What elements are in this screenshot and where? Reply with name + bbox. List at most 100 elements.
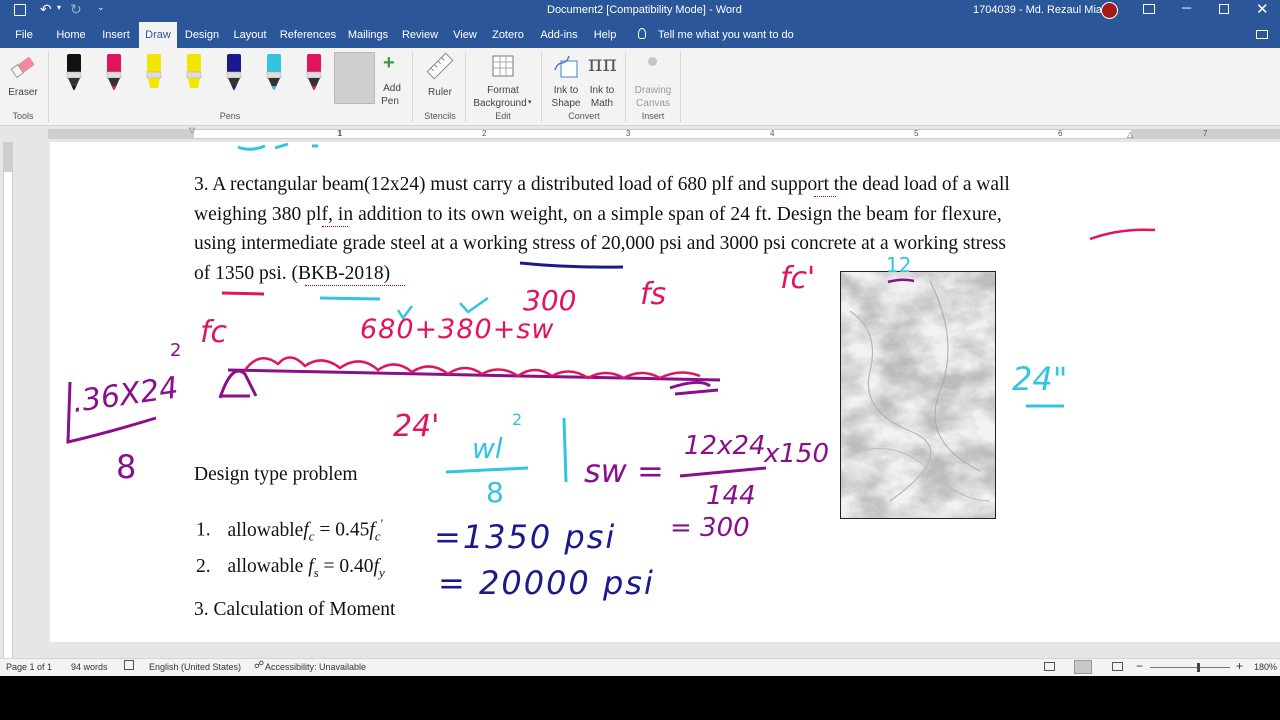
ink-fs: fs <box>640 277 666 312</box>
document-title: Document2 [Compatibility Mode] - Word <box>547 4 742 16</box>
ink-to-math-label-1: Ink to <box>589 85 615 96</box>
separator <box>541 52 542 122</box>
ink-stroke <box>887 278 915 284</box>
ribbon-display-icon[interactable] <box>1143 4 1155 14</box>
zoom-slider-track[interactable] <box>1150 667 1230 668</box>
accessibility-icon: ☍ <box>254 660 265 671</box>
ink-sw-num: 12x24 <box>684 431 766 461</box>
group-pens-label: Pens <box>219 111 241 121</box>
add-pen-label-2: Pen <box>381 96 399 107</box>
restore-button[interactable] <box>1219 4 1229 14</box>
tab-help[interactable]: Help <box>590 22 620 48</box>
tab-design[interactable]: Design <box>182 22 222 48</box>
tab-layout[interactable]: Layout <box>231 22 269 48</box>
tab-mailings[interactable]: Mailings <box>343 22 393 48</box>
user-name[interactable]: 1704039 - Md. Rezaul Miah <box>973 4 1108 16</box>
plus-icon: + <box>383 52 395 74</box>
ink-support-right <box>669 381 719 396</box>
customize-qat-icon[interactable]: ⌄ <box>97 2 105 13</box>
group-tools-label: Tools <box>12 111 34 121</box>
undo-dropdown-icon[interactable]: ▾ <box>57 3 61 12</box>
indent-marker[interactable]: ▽ <box>189 126 195 135</box>
pen-3[interactable] <box>142 52 166 92</box>
ink-twelve: 12 <box>886 253 911 277</box>
ink-depth-24: 24" <box>1012 360 1067 398</box>
drawing-canvas-button[interactable]: Drawing Canvas <box>630 52 676 109</box>
ruler-button[interactable]: Ruler <box>420 52 460 104</box>
page-count[interactable]: Page 1 of 1 <box>6 662 52 672</box>
ink-stroke <box>319 296 381 301</box>
zoom-out-button[interactable]: − <box>1136 659 1143 673</box>
group-insert-label: Insert <box>641 111 665 121</box>
redo-icon[interactable]: ↻ <box>70 1 82 18</box>
ruler-icon <box>426 52 454 80</box>
tab-references[interactable]: References <box>278 22 338 48</box>
ink-to-shape-label-2: Shape <box>551 98 581 109</box>
ruler-track <box>48 129 1280 139</box>
vertical-ruler-margin <box>3 142 13 172</box>
eraser-button[interactable]: Eraser <box>4 52 42 100</box>
ink-fraction-bar <box>679 466 767 478</box>
ruler-number: 7 <box>1203 129 1208 138</box>
avatar[interactable] <box>1101 2 1118 19</box>
vertical-ruler[interactable] <box>0 142 16 658</box>
ruler-number: 2 <box>482 129 487 138</box>
minimize-button[interactable]: ─ <box>1182 0 1191 15</box>
chevron-down-icon: ▾ <box>528 99 532 106</box>
ink-moment-den: 8 <box>116 448 136 486</box>
ink-fc-prime: fc' <box>780 261 815 296</box>
zoom-slider-thumb[interactable] <box>1197 663 1200 672</box>
ink-support-left <box>218 369 258 399</box>
tab-draw[interactable]: Draw <box>139 22 177 48</box>
tab-zotero[interactable]: Zotero <box>486 22 530 48</box>
pen-6[interactable] <box>262 52 286 92</box>
format-background-button[interactable]: Format Background ▾ <box>470 52 536 109</box>
language[interactable]: English (United States) <box>149 662 241 672</box>
ruler-margin-left <box>48 129 194 139</box>
status-bar: Page 1 of 1 94 words English (United Sta… <box>0 658 1280 676</box>
tab-home[interactable]: Home <box>53 22 89 48</box>
tab-addins[interactable]: Add-ins <box>537 22 581 48</box>
pen-4[interactable] <box>182 52 206 92</box>
pen-1[interactable] <box>62 52 86 92</box>
tab-file[interactable]: File <box>9 22 39 48</box>
zoom-in-button[interactable]: + <box>1236 659 1243 673</box>
tab-insert[interactable]: Insert <box>98 22 134 48</box>
tab-view[interactable]: View <box>450 22 480 48</box>
ink-stroke <box>221 291 265 296</box>
ink-beam <box>227 368 721 382</box>
web-layout-icon[interactable] <box>1112 662 1123 671</box>
tell-me-search[interactable]: Tell me what you want to do <box>658 29 794 41</box>
pen-2[interactable] <box>102 52 126 92</box>
ink-to-math-button[interactable]: ππ Ink to Math <box>585 52 619 109</box>
drawing-canvas-icon <box>648 57 657 66</box>
save-icon[interactable] <box>14 4 26 16</box>
tab-review[interactable]: Review <box>399 22 441 48</box>
pen-5[interactable] <box>222 52 246 92</box>
format-background-label-2: Background <box>473 98 527 109</box>
separator <box>465 52 466 122</box>
indent-marker[interactable]: △ <box>1127 130 1133 139</box>
read-mode-icon[interactable] <box>1044 662 1055 671</box>
add-pen-button[interactable]: + Add Pen <box>378 52 406 107</box>
accessibility-status[interactable]: Accessibility: Unavailable <box>265 662 366 672</box>
proofing-icon[interactable] <box>124 660 134 670</box>
ruler-number: 1 <box>338 129 343 138</box>
document-page[interactable]: 3. A rectangular beam(12x24) must carry … <box>50 142 1280 642</box>
close-button[interactable]: ✕ <box>1256 0 1269 18</box>
pen-dropdown[interactable] <box>334 52 375 104</box>
ink-stroke <box>237 142 318 151</box>
zoom-level[interactable]: 180% <box>1254 662 1277 672</box>
ruler-number: 5 <box>914 129 919 138</box>
ink-to-shape-label-1: Ink to <box>553 85 579 96</box>
lightbulb-icon <box>638 28 646 39</box>
format-background-icon <box>492 55 514 77</box>
comments-icon[interactable] <box>1256 30 1268 39</box>
ink-fraction-bar <box>445 466 529 474</box>
ink-to-shape-button[interactable]: Ink to Shape <box>548 52 584 109</box>
word-count[interactable]: 94 words <box>71 662 108 672</box>
horizontal-ruler[interactable]: ▽ △ 11234567 <box>0 126 1280 142</box>
pen-7[interactable] <box>302 52 326 92</box>
undo-icon[interactable]: ↶ <box>40 1 52 18</box>
print-layout-icon[interactable] <box>1074 660 1092 674</box>
